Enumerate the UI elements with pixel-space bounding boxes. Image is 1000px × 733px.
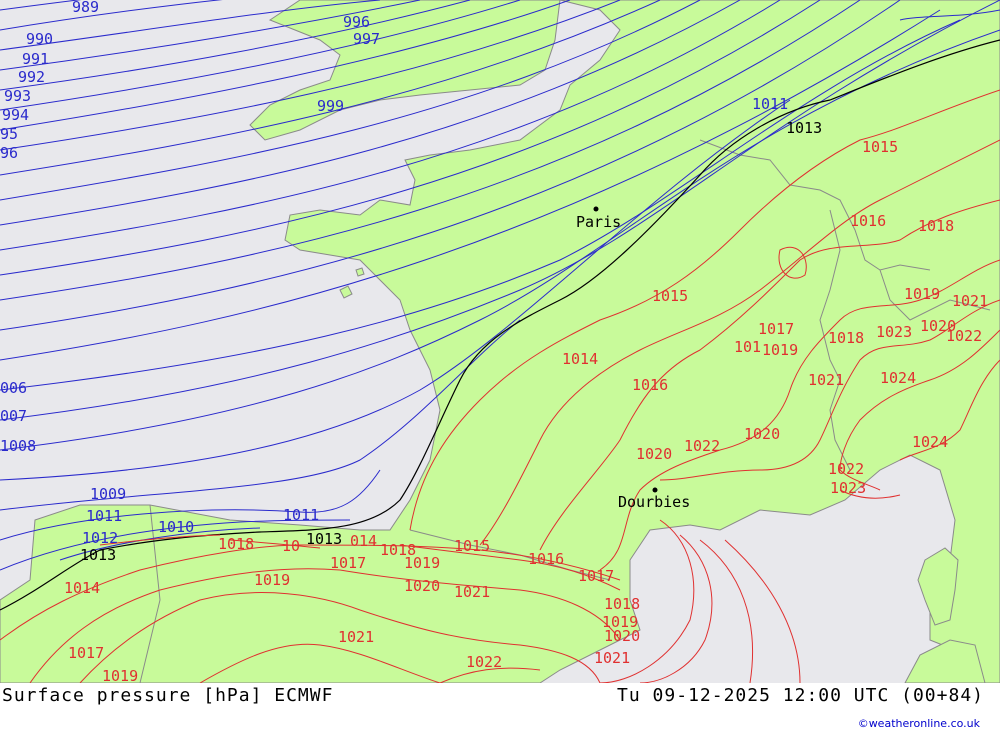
isobar-label: 1017 <box>578 567 614 585</box>
isobar-label: 1022 <box>828 460 864 478</box>
pressure-map: Paris Dourbies 989 990 991 992 993 994 9… <box>0 0 1000 683</box>
isobar-label: 1021 <box>952 292 988 310</box>
isobar-label: 991 <box>22 50 49 68</box>
isobar-label: 007 <box>0 407 27 425</box>
city-dot-dourbies <box>652 487 658 493</box>
valid-time: Tu 09-12-2025 12:00 UTC (00+84) <box>617 685 984 706</box>
credit-link[interactable]: ©weatheronline.co.uk <box>858 717 980 730</box>
isobar-label: 1019 <box>102 667 138 683</box>
isobar-label: 1019 <box>762 341 798 359</box>
isobar-label: 1019 <box>254 571 290 589</box>
isobar-label: 1023 <box>876 323 912 341</box>
isobar-label: 1022 <box>946 327 982 345</box>
isobar-label: 1022 <box>684 437 720 455</box>
isobar-label: 1015 <box>652 287 688 305</box>
isobar-label: 1020 <box>744 425 780 443</box>
isobar-label: 1018 <box>918 217 954 235</box>
isobar-label: 1016 <box>528 550 564 568</box>
isobar-label: 1020 <box>404 577 440 595</box>
isobar-label: 1024 <box>880 369 916 387</box>
isobar-label: 996 <box>343 13 370 31</box>
product-title: Surface pressure [hPa] ECMWF <box>2 685 334 706</box>
isobar-label: 994 <box>2 106 29 124</box>
isobar-label: 1021 <box>594 649 630 667</box>
city-label-paris: Paris <box>576 213 621 231</box>
isobar-label: 014 <box>350 532 377 550</box>
isobar-label: 006 <box>0 379 27 397</box>
isobar-label: 1010 <box>158 518 194 536</box>
isobar-label: 1017 <box>758 320 794 338</box>
isobar-label: 1013 <box>786 119 822 137</box>
isobar-label: 1011 <box>752 95 788 113</box>
isobar-label: 1008 <box>0 437 36 455</box>
isobar-label: 1017 <box>68 644 104 662</box>
isobar-label: 1015 <box>862 138 898 156</box>
isobar-label: 1020 <box>636 445 672 463</box>
city-label-dourbies: Dourbies <box>618 493 690 511</box>
isobar-label: 1018 <box>604 595 640 613</box>
isobar-label: 1017 <box>330 554 366 572</box>
isobar-label: 1021 <box>808 371 844 389</box>
isobar-label: 1013 <box>306 530 342 548</box>
isobar-label: 1018 <box>828 329 864 347</box>
isobar-label: 1016 <box>850 212 886 230</box>
isobar-label: 990 <box>26 30 53 48</box>
isobar-label: 1024 <box>912 433 948 451</box>
isobar-label: 1015 <box>454 537 490 555</box>
isobar-label: 101 <box>734 338 761 356</box>
isobar-label: 989 <box>72 0 99 16</box>
isobar-label: 1021 <box>338 628 374 646</box>
isobar-label: 1014 <box>64 579 100 597</box>
isobar-label: 1013 <box>80 546 116 564</box>
isobar-label: 1020 <box>604 627 640 645</box>
isobar-label: 1021 <box>454 583 490 601</box>
isobar-label: 1018 <box>218 535 254 553</box>
isobar-label: 1016 <box>632 376 668 394</box>
isobar-label: 96 <box>0 144 18 162</box>
isobar-label: 997 <box>353 30 380 48</box>
map-footer: Surface pressure [hPa] ECMWF Tu 09-12-20… <box>0 683 1000 733</box>
isobar-label: 1009 <box>90 485 126 503</box>
isobar-label: 1012 <box>82 529 118 547</box>
isobar-label: 1022 <box>466 653 502 671</box>
isobar-label: 1011 <box>283 506 319 524</box>
isobar-label: 992 <box>18 68 45 86</box>
isobar-label: 1019 <box>404 554 440 572</box>
isobar-label: 999 <box>317 97 344 115</box>
isobar-label: 95 <box>0 125 18 143</box>
isobar-label: 1014 <box>562 350 598 368</box>
isobar-label: 1011 <box>86 507 122 525</box>
city-dot-paris <box>593 206 599 212</box>
isobar-label: 993 <box>4 87 31 105</box>
isobar-label: 1019 <box>904 285 940 303</box>
isobar-label: 10 <box>282 537 300 555</box>
isobar-label: 1023 <box>830 479 866 497</box>
